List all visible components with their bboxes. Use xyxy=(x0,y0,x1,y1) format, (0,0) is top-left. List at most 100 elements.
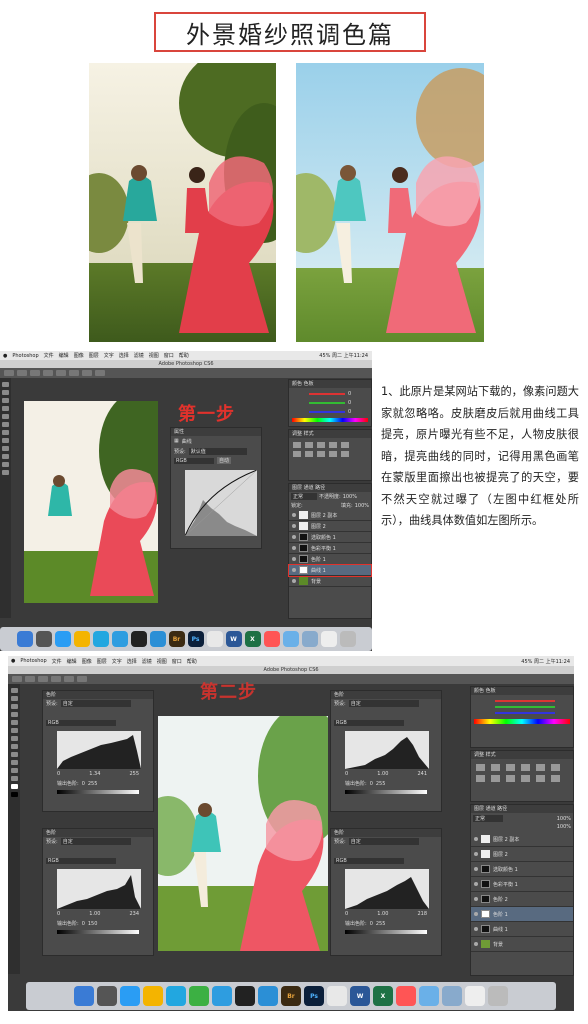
channel-select[interactable]: RGB xyxy=(46,720,116,726)
adjust-icon[interactable] xyxy=(551,764,560,771)
launchpad-icon[interactable] xyxy=(35,631,52,647)
safari-icon[interactable] xyxy=(54,631,71,647)
output-gradient[interactable] xyxy=(345,790,427,794)
eye-icon[interactable] xyxy=(292,557,296,561)
layer-row[interactable]: 色彩平衡 1 xyxy=(471,877,573,892)
photoshop-icon[interactable]: Ps xyxy=(187,631,204,647)
output-black[interactable]: 0 xyxy=(370,781,373,787)
input-gamma[interactable]: 1.00 xyxy=(377,771,388,777)
blue-value[interactable]: 0 xyxy=(348,409,351,415)
adjust-icon[interactable] xyxy=(506,764,515,771)
background-color-icon[interactable] xyxy=(10,792,18,797)
folder-icon[interactable] xyxy=(419,986,439,1006)
adjust-icon[interactable] xyxy=(521,775,530,782)
menu-filter[interactable]: 滤镜 xyxy=(142,658,152,665)
input-black[interactable]: 0 xyxy=(345,771,348,777)
eye-icon[interactable] xyxy=(292,513,296,517)
appstore-icon[interactable] xyxy=(212,986,232,1006)
option-icon[interactable] xyxy=(82,370,92,376)
option-icon[interactable] xyxy=(95,370,105,376)
adjust-icon[interactable] xyxy=(341,442,349,448)
chrome-icon[interactable] xyxy=(327,986,347,1006)
gradient-tool-icon[interactable] xyxy=(10,744,18,749)
layer-row[interactable]: 选取颜色 1 xyxy=(289,532,371,543)
blend-mode-select[interactable]: 正常 xyxy=(473,815,503,822)
stamp-tool-icon[interactable] xyxy=(10,728,18,733)
foreground-color-icon[interactable] xyxy=(10,784,18,789)
preset-select[interactable]: 自定 xyxy=(60,700,131,707)
output-gradient[interactable] xyxy=(57,790,139,794)
downloads-icon[interactable] xyxy=(301,631,318,647)
menu-file[interactable]: 文件 xyxy=(44,352,54,359)
downloads-icon[interactable] xyxy=(442,986,462,1006)
output-white[interactable]: 255 xyxy=(88,781,98,787)
input-black[interactable]: 0 xyxy=(345,911,348,917)
input-white[interactable]: 234 xyxy=(129,911,139,917)
adjust-icon[interactable] xyxy=(536,775,545,782)
finder-icon[interactable] xyxy=(74,986,94,1006)
curve-graph[interactable] xyxy=(185,470,257,536)
eye-icon[interactable] xyxy=(292,546,296,550)
option-icon[interactable] xyxy=(25,676,35,682)
adjust-icon[interactable] xyxy=(491,764,500,771)
option-icon[interactable] xyxy=(30,370,40,376)
text-tool-icon[interactable] xyxy=(10,760,18,765)
eye-icon[interactable] xyxy=(474,882,478,886)
option-icon[interactable] xyxy=(64,676,74,682)
photoshop-icon[interactable]: Ps xyxy=(304,986,324,1006)
layer-row[interactable]: 曲线 1 xyxy=(471,922,573,937)
channel-select[interactable]: RGB xyxy=(334,720,404,726)
qq-icon[interactable] xyxy=(130,631,147,647)
folder-icon[interactable] xyxy=(282,631,299,647)
qq-icon[interactable] xyxy=(235,986,255,1006)
marquee-tool-icon[interactable] xyxy=(10,696,18,701)
green-value[interactable]: 0 xyxy=(348,400,351,406)
green-slider[interactable] xyxy=(495,706,555,708)
input-white[interactable]: 241 xyxy=(417,771,427,777)
photos-icon[interactable] xyxy=(73,631,90,647)
adjust-icon[interactable] xyxy=(317,442,325,448)
trash-icon[interactable] xyxy=(339,631,356,647)
output-white[interactable]: 150 xyxy=(88,921,98,927)
adjust-icon[interactable] xyxy=(506,775,515,782)
marquee-tool-icon[interactable] xyxy=(2,390,9,395)
stamp-tool-icon[interactable] xyxy=(2,422,9,427)
canvas-image[interactable] xyxy=(24,401,158,603)
eye-icon[interactable] xyxy=(474,852,478,856)
menu-type[interactable]: 文字 xyxy=(104,352,114,359)
preset-select[interactable]: 自定 xyxy=(348,700,419,707)
adjust-icon[interactable] xyxy=(551,775,560,782)
layer-row[interactable]: 背景 xyxy=(471,937,573,952)
crop-tool-icon[interactable] xyxy=(2,406,9,411)
music-icon[interactable] xyxy=(263,631,280,647)
eye-icon[interactable] xyxy=(474,897,478,901)
blend-mode-select[interactable]: 正常 xyxy=(291,493,317,500)
adjust-icon[interactable] xyxy=(293,442,301,448)
adjust-icon[interactable] xyxy=(329,442,337,448)
fill-value[interactable]: 100% xyxy=(557,824,571,830)
lasso-tool-icon[interactable] xyxy=(10,704,18,709)
eye-icon[interactable] xyxy=(474,942,478,946)
menu-view[interactable]: 视图 xyxy=(157,658,167,665)
input-gamma[interactable]: 1.00 xyxy=(89,911,100,917)
adjust-icon[interactable] xyxy=(476,764,485,771)
bridge-icon[interactable]: Br xyxy=(168,631,185,647)
hand-tool-icon[interactable] xyxy=(2,462,9,467)
option-icon[interactable] xyxy=(17,370,27,376)
finder-icon[interactable] xyxy=(16,631,33,647)
browser-icon[interactable] xyxy=(149,631,166,647)
word-icon[interactable]: W xyxy=(350,986,370,1006)
eye-icon[interactable] xyxy=(292,568,296,572)
layer-row[interactable]: 色阶 1 xyxy=(289,554,371,565)
eye-icon[interactable] xyxy=(292,579,296,583)
eye-icon[interactable] xyxy=(474,927,478,931)
menu-help[interactable]: 帮助 xyxy=(187,658,197,665)
menu-window[interactable]: 窗口 xyxy=(172,658,182,665)
hand-tool-icon[interactable] xyxy=(10,768,18,773)
zoom-tool-icon[interactable] xyxy=(10,776,18,781)
option-icon[interactable] xyxy=(38,676,48,682)
layer-row-selected[interactable]: 曲线 1 xyxy=(288,564,372,577)
option-icon[interactable] xyxy=(43,370,53,376)
layer-row[interactable]: 图层 2 副本 xyxy=(471,832,573,847)
menu-view[interactable]: 视图 xyxy=(149,352,159,359)
